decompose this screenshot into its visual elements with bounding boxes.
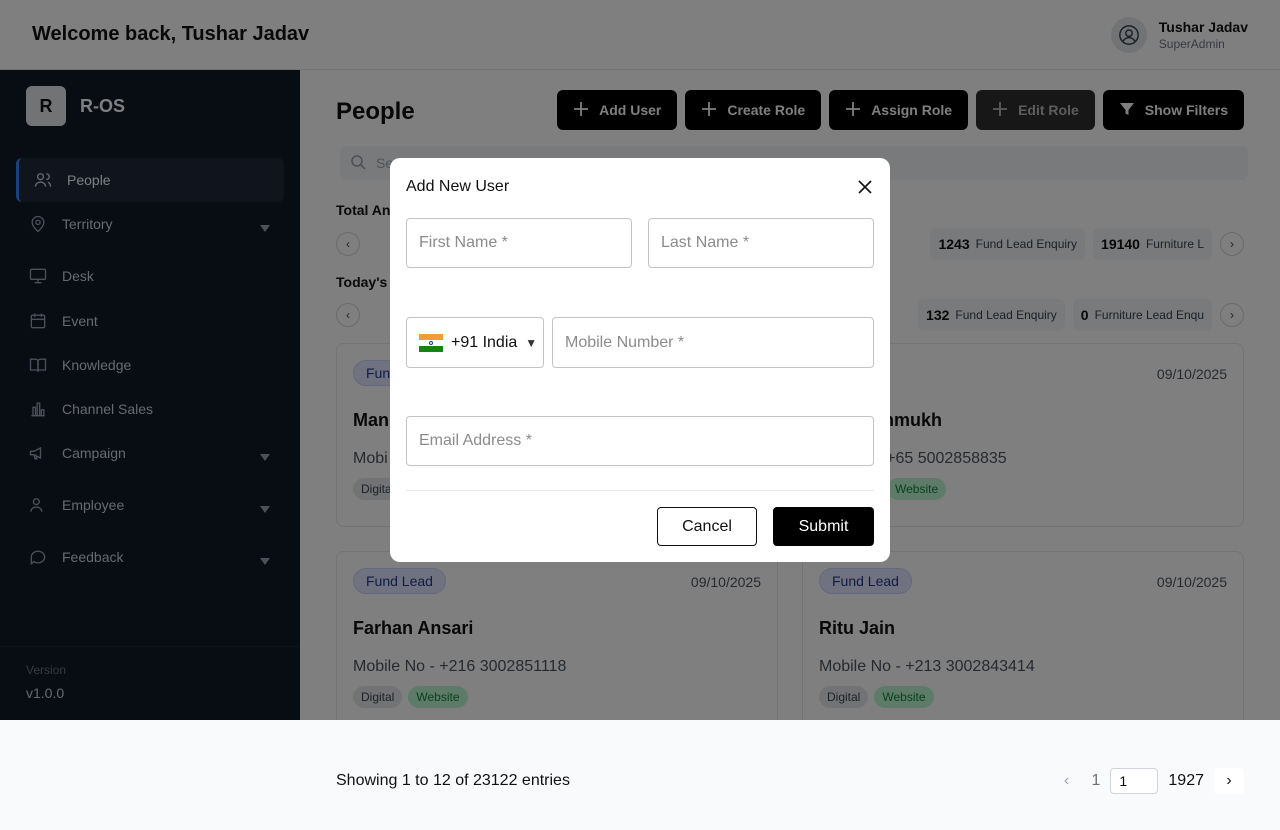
india-flag-icon [419,333,443,352]
cancel-button[interactable]: Cancel [657,507,757,546]
pagination: ‹ 1 1927 › [1052,768,1244,794]
last-page-link[interactable]: 1927 [1168,772,1204,790]
email-field[interactable] [406,416,874,466]
modal-title: Add New User [406,178,510,195]
next-page-icon[interactable]: › [1214,768,1244,794]
close-icon[interactable] [856,178,874,196]
modal-divider [406,490,874,491]
pagination-footer: Showing 1 to 12 of 23122 entries ‹ 1 192… [0,720,1280,830]
entries-summary: Showing 1 to 12 of 23122 entries [336,772,570,789]
first-name-field[interactable] [406,218,632,268]
first-page-link[interactable]: 1 [1092,772,1101,790]
add-user-modal: Add New User +91 India ▼ Cancel Submit [390,158,890,562]
chevron-down-icon: ▼ [525,335,538,350]
country-code-label: +91 India [451,333,518,351]
prev-page-icon[interactable]: ‹ [1052,768,1082,794]
last-name-field[interactable] [648,218,874,268]
page-number-input[interactable] [1110,768,1159,794]
country-code-select[interactable]: +91 India ▼ [406,317,544,368]
submit-button[interactable]: Submit [773,507,874,546]
mobile-number-field[interactable] [552,317,874,368]
